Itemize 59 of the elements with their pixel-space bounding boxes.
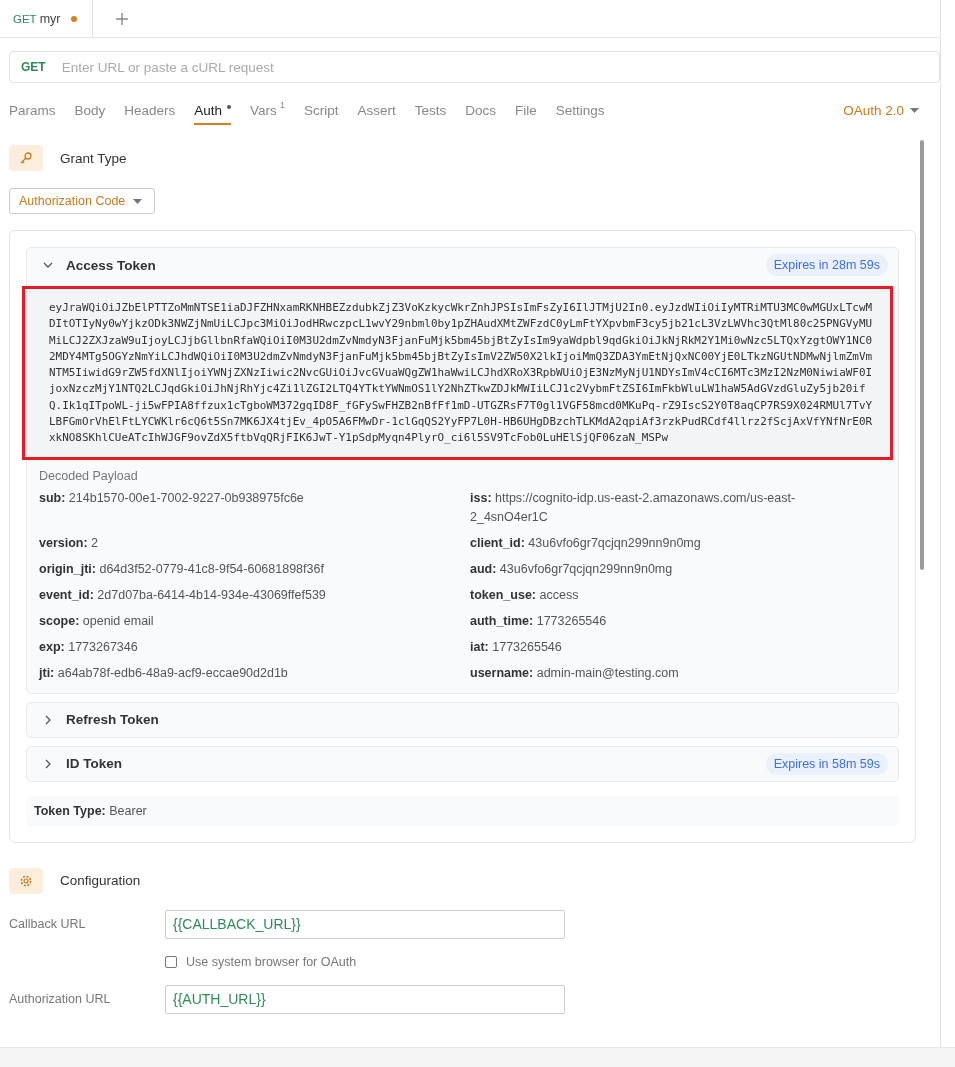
field-label: Callback URL: [9, 917, 87, 932]
token-type: Token Type: Bearer: [26, 795, 899, 826]
tab[interactable]: Params: [9, 95, 56, 125]
auth-mode-dropdown[interactable]: OAuth 2.0: [843, 103, 919, 118]
payload-title: Decoded Payload: [39, 468, 139, 483]
tab[interactable]: File: [514, 95, 537, 125]
gear-icon: [9, 867, 43, 894]
caret-icon: [133, 198, 143, 204]
add-tab-icon[interactable]: [115, 11, 129, 26]
scrollbar-thumb[interactable]: [920, 140, 924, 570]
payload-field: auth_time: 1773265546: [470, 611, 838, 631]
request-tab[interactable]: GET myr: [0, 0, 93, 37]
checkbox-label: Use system browser for OAuth: [186, 954, 357, 969]
url-input[interactable]: Enter URL or paste a cURL request: [59, 58, 939, 76]
tab[interactable]: Assert: [357, 95, 396, 125]
tab[interactable]: Body: [74, 95, 106, 125]
chevron-icon: [43, 758, 53, 769]
payload-field: token_use: access: [470, 585, 838, 605]
payload-field: event_id: 2d7d07ba-6414-4b14-934e-43069ffef539: [39, 585, 470, 605]
token-header[interactable]: Refresh Token: [27, 702, 898, 737]
checkbox[interactable]: [165, 955, 177, 968]
payload-field: sub: 214b1570-00e1-7002-9227-0b938975fc6e: [39, 488, 470, 527]
input-field[interactable]: {{AUTH_URL}}: [165, 984, 565, 1014]
payload-field: exp: 1773267346: [39, 637, 470, 657]
tab[interactable]: Vars $^{1}$: [250, 95, 285, 125]
section-title: Configuration: [60, 873, 141, 889]
payload-field: iat: 1773265546: [470, 637, 838, 657]
input-field[interactable]: {{CALLBACK_URL}}: [165, 909, 565, 939]
payload-field: scope: openid email: [39, 611, 470, 631]
payload-field: jti: a64ab78f-edb6-48a9-acf9-eccae90d2d1b: [39, 663, 470, 683]
token-header[interactable]: Access Token Expires in 28m 59s: [27, 248, 898, 282]
caret-icon: [910, 108, 919, 113]
token-header[interactable]: ID Token Expires in 58m 59s: [27, 746, 898, 781]
tab[interactable]: Docs: [465, 95, 496, 125]
grant-type-dropdown[interactable]: Authorization Code: [9, 188, 156, 214]
method-label: GET: [13, 12, 37, 25]
payload-field: origin_jti: d64d3f52-0779-41c8-9f54-60681898f36f: [39, 559, 470, 579]
chevron-icon: [43, 714, 53, 725]
section-title: Grant Type: [60, 150, 127, 166]
payload-field: version: 2: [39, 533, 470, 553]
token-value: eyJraWQiOiJZbElPTTZoMmNTSE1iaDJFZHNxamRKNHBEZzdubkZjZ3VoKzkycWkrZnhJPSIsImFsZyI6IlJTMjU2In0.eyJzdWIiOiIyMTRiMTU3MC0wMGUxLTcwMDItOTIyNy0wYjkzODk3NWZjNmUiLCJpc3MiOiJodHRwczpcL1wvY29nbml0by1pZHAudXMtZWFzdC0yLmFtYXpvbmF3cy5jb21cL3VzLWVhc3QtMl80c25PNGVyMUMiLCJ2ZXJzaW9uIjoyLCJjbGllbnRfaWQiOiI0M3U2dmZvNmdyN3FjanFuMjk5bm45bjBtZyIsIm9yaWdpbl9qdGkiOiJkNjRkM2Y1Mi0wNzc5LTQxYzgtOWY1NC02MDY4MTg5OGYzNmYiLCJhdWQiOiI0M3U2dmZvNmdyN3FjanFuMjk5bm45bjBtZyIsImV2ZW50X2lkIjoiMmQ3ZDA3YmEtNjQxNC00YjE0LTkzNGUtNDMwNjlmZmVmNTM5IiwidG9rZW5fdXNlIjoiYWNjZXNzIiwic2NvcGUiOiJvcGVuaWQgZW1haWwiLCJhdXRoX3RpbWUiOjE3NzMyNjU1NDYsImV4cCI6MTc3MzI2NzM0NiwiaWF0IjoxNzczMjY1NTQ2LCJqdGkiOiJhNjRhYjc4Zi1lZGI2LTQ4YTktYWNmOS1lY2NhZTkwZDJkMWIiLCJ1c2VybmFtZSI6ImFkbWluLW1haW5AdGVzdGluZy5jb20ifQ.Ik1qITpoWL-ji5wFPIA8ffzux1cTgboWM372gqID8F_fGFySwFHZB2nBfFf1mD-UTGZRsF7T0gl1VGF58mcd0MKuPq-rZ9IscS2Y0T8aqCP7RS9X024RMUl7TvYLBFGmOrVhElFtLYCWKlr6cQ6t5Sn7MK6JX4tjEv_4pO5A6FMwDr-1clGqQS2YyFP7L0H-HB6UHgDBzchTLKMdA2qpiAf3rzkPudRCdf4llrz2fScjAxVfYNfNrE0RxkNO8SKhlCUeATcIhWJGF9ovZdX5ftbVqQRjFIK6JwT-Y1pSdpMyqn4PlyrO_ci6l5SV9TcFob0LuHElSjQF06zaN_MSPw: [22, 286, 893, 460]
field-label: Authorization URL: [9, 992, 112, 1007]
expiry-badge: Expires in 58m 59s: [765, 752, 888, 775]
key-icon: [9, 145, 43, 171]
payload-field: aud: 43u6vfo6gr7qcjqn299nn9n0mg: [470, 559, 838, 579]
url-bar[interactable]: GET Enter URL or paste a cURL request: [9, 51, 940, 83]
tab[interactable]: Headers: [124, 95, 176, 125]
tab[interactable]: Script: [303, 95, 339, 125]
tab[interactable]: Tests: [414, 95, 447, 125]
request-name: myr: [39, 11, 61, 26]
payload-field: iss: https://cognito-idp.us-east-2.amazonaws.com/us-east-2_4snO4er1C: [470, 488, 838, 527]
tab[interactable]: Auth: [194, 95, 232, 125]
payload-field: username: admin-main@testing.com: [470, 663, 838, 683]
payload-field: client_id: 43u6vfo6gr7qcjqn299nn9n0mg: [470, 533, 838, 553]
expiry-badge: Expires in 28m 59s: [765, 254, 888, 276]
tab[interactable]: Settings: [555, 95, 605, 125]
chevron-icon: [43, 260, 53, 270]
tab-count: 1: [279, 100, 285, 110]
method-label: GET: [21, 60, 46, 74]
